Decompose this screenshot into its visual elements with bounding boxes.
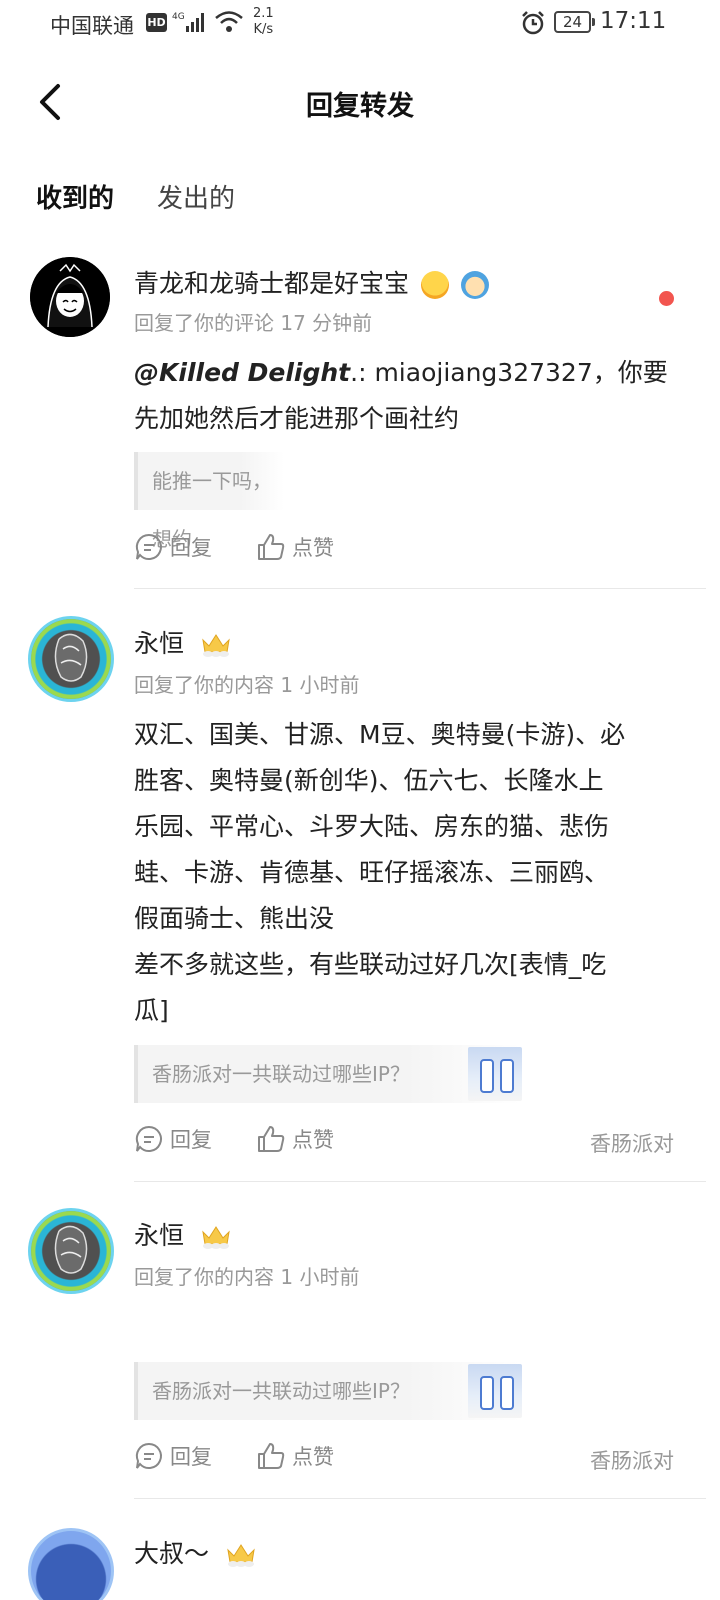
comment-icon [135, 1442, 162, 1469]
status-bar: 中国联通 HD 4G 2.1 K/s 24 17:11 [0, 0, 720, 50]
reply-meta: 回复了你的内容 1 小时前 [134, 1265, 360, 1289]
crown-badge-icon [225, 1542, 257, 1568]
content-line: 胜客、奥特曼(新创华)、伍六七、长隆水上 [134, 766, 604, 795]
quoted-post[interactable]: 香肠派对一共联动过哪些IP？ [134, 1362, 522, 1420]
notification-item[interactable]: 永恒 回复了你的内容 1 小时前 双汇、国美、甘源、M豆、奥特曼(卡游)、必 胜… [0, 600, 720, 1190]
like-button[interactable]: 点赞 [256, 1441, 334, 1471]
like-button[interactable]: 点赞 [256, 1124, 334, 1154]
divider [134, 588, 706, 589]
divider [134, 1181, 706, 1182]
quoted-comment[interactable]: 能推一下吗，想约 [134, 452, 284, 551]
content-line: 蛙、卡游、肯德基、旺仔摇滚冻、三丽鸥、 [134, 858, 610, 887]
signal-icon: 4G [172, 10, 210, 38]
like-button[interactable]: 点赞 [256, 532, 334, 562]
hd-badge: HD [146, 13, 167, 32]
wifi-icon [214, 10, 244, 38]
quoted-post-text: 香肠派对一共联动过哪些IP？ [152, 1062, 410, 1086]
crown-badge-icon [200, 1224, 232, 1250]
tab-bar: 收到的 发出的 [0, 172, 720, 228]
reply-meta: 回复了你的评论 17 分钟前 [134, 311, 373, 335]
page-title: 回复转发 [306, 91, 414, 122]
thumbs-up-icon [258, 1126, 285, 1152]
reply-label: 回复 [170, 1128, 212, 1152]
unread-dot [659, 291, 674, 306]
clock-time: 17:11 [600, 8, 667, 34]
like-label: 点赞 [292, 1445, 334, 1469]
reply-meta: 回复了你的内容 1 小时前 [134, 673, 360, 697]
mention-link[interactable]: @Killed Delight [134, 358, 350, 387]
avatar[interactable] [30, 257, 110, 337]
avatar[interactable] [28, 616, 114, 702]
username[interactable]: 永恒 [134, 624, 232, 660]
action-bar: 回复 点赞 [134, 532, 680, 568]
content-line: 差不多就这些，有些联动过好几次[表情_吃 [134, 950, 607, 979]
avatar[interactable] [28, 1208, 114, 1294]
action-bar: 回复 点赞 香肠派对 [134, 1441, 680, 1477]
top-bar: 回复转发 [0, 60, 720, 144]
thumbs-up-icon [258, 534, 285, 560]
username-text: 大叔～ [134, 1539, 210, 1568]
content-line: 乐园、平常心、斗罗大陆、房东的猫、悲伤 [134, 812, 610, 841]
net-type-label: 4G [172, 12, 185, 22]
comment-icon [135, 533, 162, 560]
reply-content[interactable]: @Killed Delight.: miaojiang327327，你要先加她然… [134, 350, 674, 442]
speed-value: 2.1 [253, 6, 274, 21]
avatar-illustration [30, 257, 110, 337]
username[interactable]: 青龙和龙骑士都是好宝宝 [134, 264, 489, 300]
username-text: 永恒 [134, 1221, 185, 1250]
source-link[interactable]: 香肠派对 [590, 1445, 674, 1475]
avatar-illustration [54, 633, 88, 682]
post-thumbnail [468, 1364, 522, 1418]
source-link[interactable]: 香肠派对 [590, 1128, 674, 1158]
thumbs-up-icon [258, 1443, 285, 1469]
content-line: 双汇、国美、甘源、M豆、奥特曼(卡游)、必 [134, 720, 626, 749]
reply-button[interactable]: 回复 [134, 1124, 212, 1154]
reply-button[interactable]: 回复 [134, 532, 212, 562]
carrier-name: 中国联通 [50, 14, 134, 38]
alarm-icon [520, 10, 546, 40]
notification-item[interactable]: 永恒 回复了你的内容 1 小时前 香肠派对一共联动过哪些IP？ 回复 点赞 香肠… [0, 1190, 720, 1506]
content-line: 假面骑士、熊出没 [134, 904, 335, 933]
username-text: 永恒 [134, 629, 185, 658]
mascot-badge-icon [460, 271, 489, 299]
network-speed: 2.1 K/s [253, 6, 274, 38]
tab-received-label: 收到的 [36, 184, 115, 214]
username-text: 青龙和龙骑士都是好宝宝 [134, 269, 410, 298]
crying-emoji-icon [420, 271, 449, 299]
comment-icon [135, 1125, 162, 1152]
reply-label: 回复 [170, 536, 212, 560]
username[interactable]: 大叔～ [134, 1534, 257, 1570]
notification-item[interactable]: 青龙和龙骑士都是好宝宝 回复了你的评论 17 分钟前 @Killed Delig… [0, 252, 720, 592]
tab-sent[interactable]: 发出的 [157, 178, 235, 215]
crown-badge-icon [200, 632, 232, 658]
avatar-illustration [54, 1225, 88, 1274]
content-line: 瓜] [134, 996, 169, 1025]
divider [134, 1498, 706, 1499]
battery-icon: 24 [554, 11, 595, 33]
reply-button[interactable]: 回复 [134, 1441, 212, 1471]
tab-received[interactable]: 收到的 [36, 178, 114, 215]
speed-unit: K/s [253, 22, 274, 37]
action-bar: 回复 点赞 香肠派对 [134, 1124, 680, 1160]
quoted-post[interactable]: 香肠派对一共联动过哪些IP？ [134, 1045, 522, 1103]
reply-content[interactable]: 双汇、国美、甘源、M豆、奥特曼(卡游)、必 胜客、奥特曼(新创华)、伍六七、长隆… [134, 712, 674, 1034]
like-label: 点赞 [292, 536, 334, 560]
username[interactable]: 永恒 [134, 1216, 232, 1252]
post-thumbnail [468, 1047, 522, 1101]
quoted-post-text: 香肠派对一共联动过哪些IP？ [152, 1379, 410, 1403]
avatar[interactable] [28, 1528, 114, 1600]
reply-label: 回复 [170, 1445, 212, 1469]
like-label: 点赞 [292, 1128, 334, 1152]
notification-item[interactable]: 大叔～ [0, 1512, 720, 1600]
